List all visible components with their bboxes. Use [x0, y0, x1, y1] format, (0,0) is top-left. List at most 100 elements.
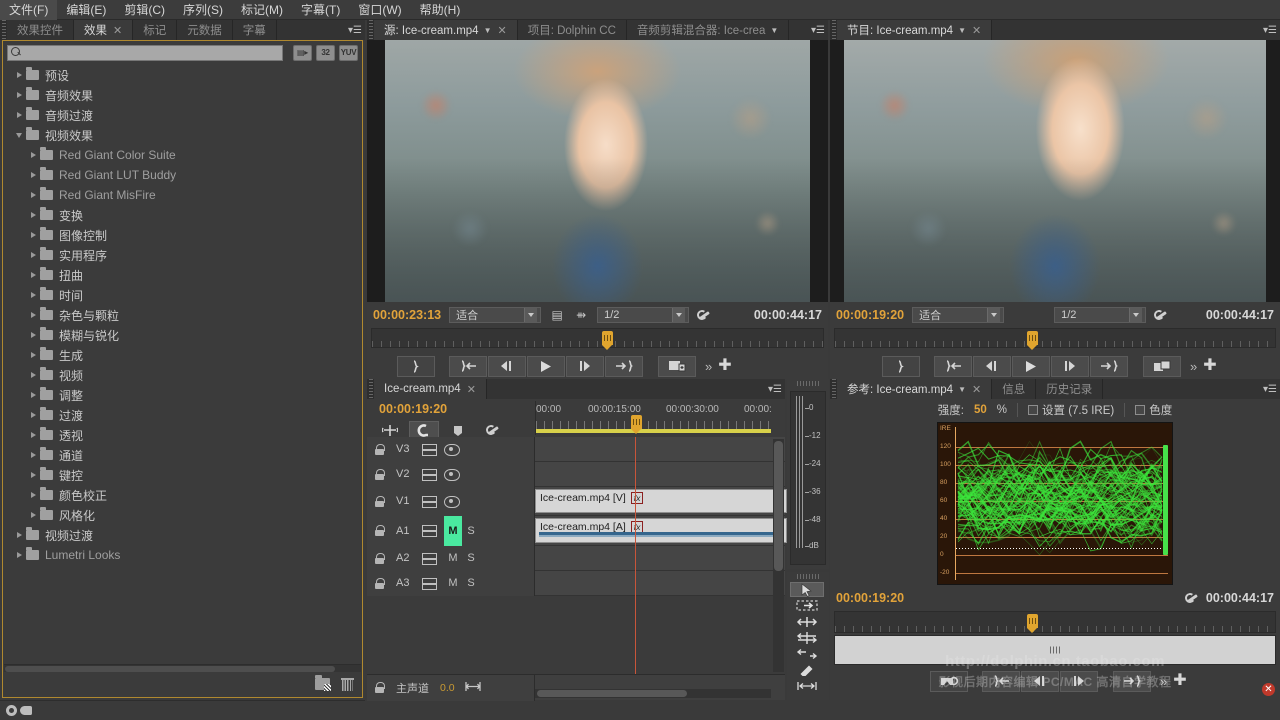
chevron-right-icon[interactable] — [26, 232, 40, 238]
timeline-ruler[interactable]: 00:00 00:00:15:00 00:00:30:00 00:00: — [535, 401, 772, 435]
scrollbar-thumb[interactable] — [774, 441, 783, 571]
program-tab-0[interactable]: 节目: Ice-cream.mp4 ▼ ✕ — [837, 20, 993, 40]
panel-grip[interactable] — [797, 381, 819, 386]
effects-tree-item[interactable]: 通道 — [4, 445, 361, 465]
chevron-right-icon[interactable] — [26, 172, 40, 178]
solo-track-button[interactable]: S — [462, 525, 480, 537]
timeline-playhead[interactable] — [631, 415, 642, 434]
reference-go-to-out-point-button[interactable] — [1113, 670, 1151, 692]
panel-grip[interactable] — [0, 20, 7, 40]
search-input[interactable] — [22, 45, 279, 60]
sync-lock-icon[interactable] — [422, 525, 437, 537]
effects-tree-item[interactable]: 颜色校正 — [4, 485, 361, 505]
effects-tree[interactable]: 预设 音频效果 音频过渡 视频效果 Red Giant Color Suite Red G… — [4, 65, 361, 671]
menu-item-3[interactable]: 序列(S) — [174, 0, 232, 20]
new-custom-bin-icon[interactable] — [315, 675, 331, 691]
chevron-right-icon[interactable] — [26, 272, 40, 278]
effects-tree-item[interactable]: 模糊与锐化 — [4, 325, 361, 345]
panel-grip[interactable] — [367, 379, 374, 399]
toggle-track-output-icon[interactable] — [444, 496, 460, 508]
effects-tree-item[interactable]: 视频效果 — [4, 125, 361, 145]
source-go-to-out-point-button[interactable] — [605, 355, 643, 377]
selection-tool[interactable] — [790, 582, 824, 597]
track-content-V3[interactable] — [535, 437, 785, 461]
timeline-track-V3[interactable]: V3 — [367, 436, 785, 462]
solo-track-button[interactable]: S — [462, 552, 480, 564]
close-icon[interactable]: ✕ — [113, 24, 122, 37]
scrollbar-thumb[interactable] — [537, 690, 687, 697]
source-play-stop-button[interactable] — [527, 355, 565, 377]
timeline-track-A1[interactable]: A1 M S Ice-cream.mp4 [A] fx — [367, 515, 787, 546]
track-select-tool[interactable] — [790, 598, 824, 613]
menu-item-0[interactable]: 文件(F) — [0, 0, 58, 20]
source-go-to-in-point-button[interactable] — [449, 355, 487, 377]
source-video-frame[interactable] — [367, 40, 828, 302]
effects-tree-item[interactable]: 调整 — [4, 385, 361, 405]
rolling-edit-tool[interactable] — [790, 630, 824, 645]
track-content-V1[interactable]: Ice-cream.mp4 [V] fx — [535, 487, 787, 515]
solo-track-button[interactable]: S — [462, 577, 480, 589]
panel-menu-icon[interactable]: ▾☰ — [808, 20, 828, 40]
delete-icon[interactable] — [341, 677, 354, 691]
menu-item-4[interactable]: 标记(M) — [232, 0, 292, 20]
program-video-frame[interactable] — [830, 40, 1280, 302]
chevron-down-icon[interactable]: ▼ — [958, 385, 966, 394]
source-step-back-button[interactable] — [488, 355, 526, 377]
source-mark-in-out-button[interactable] — [397, 355, 435, 377]
effects-tree-item[interactable]: 视频 — [4, 365, 361, 385]
effects-tree-item[interactable]: 变换 — [4, 205, 361, 225]
menu-item-2[interactable]: 剪辑(C) — [115, 0, 174, 20]
effects-tree-item[interactable]: Red Giant LUT Buddy — [4, 165, 361, 185]
waveform-scope[interactable]: IRE 120 100 80 60 40 20 0 -20 — [937, 422, 1173, 585]
effects-tree-item[interactable]: Lumetri Looks — [4, 545, 361, 565]
accelerated-effect-icon[interactable]: ▤▸ — [293, 44, 312, 61]
chevron-right-icon[interactable] — [26, 512, 40, 518]
source-tab-0[interactable]: 源: Ice-cream.mp4 ▼ ✕ — [374, 20, 518, 40]
timeline-track-A3[interactable]: A3 M S — [367, 570, 785, 596]
track-content-A3[interactable] — [535, 571, 785, 595]
reference-step-forward-button[interactable] — [1060, 670, 1098, 692]
track-content-V2[interactable] — [535, 462, 785, 486]
source-fit-select[interactable]: 适合 — [449, 307, 542, 323]
toggle-track-output-icon[interactable] — [444, 469, 460, 481]
wrench-icon[interactable] — [20, 706, 32, 715]
effects-tree-item[interactable]: 视频过渡 — [4, 525, 361, 545]
chevron-right-icon[interactable] — [26, 352, 40, 358]
work-area-bar[interactable] — [536, 429, 771, 433]
chevron-right-icon[interactable] — [26, 472, 40, 478]
chevron-right-icon[interactable] — [26, 312, 40, 318]
timeline-track-V1[interactable]: V1 Ice-cream.mp4 [V] fx — [367, 486, 787, 516]
master-meter-icon[interactable] — [464, 681, 481, 695]
source-tab-1[interactable]: 项目: Dolphin CC — [517, 20, 627, 40]
chevron-right-icon[interactable] — [26, 332, 40, 338]
effects-tree-item[interactable]: 透视 — [4, 425, 361, 445]
effects-tree-item[interactable]: 风格化 — [4, 505, 361, 525]
effects-tab-4[interactable]: 字幕 — [232, 20, 277, 40]
program-play-stop-button[interactable] — [1012, 355, 1050, 377]
sync-lock-icon[interactable] — [422, 443, 437, 456]
track-content-A2[interactable] — [535, 546, 785, 570]
effects-tree-item[interactable]: 实用程序 — [4, 245, 361, 265]
reference-scrubber[interactable] — [834, 611, 1276, 633]
sync-lock-icon[interactable] — [422, 552, 437, 565]
effects-tree-item[interactable]: 扭曲 — [4, 265, 361, 285]
program-current-time[interactable]: 00:00:19:20 — [836, 308, 904, 322]
close-icon[interactable]: ✕ — [1262, 683, 1275, 696]
chevron-down-icon[interactable]: ▼ — [484, 26, 492, 35]
effects-tree-item[interactable]: 预设 — [4, 65, 361, 85]
lock-icon[interactable] — [375, 577, 385, 589]
effects-tab-2[interactable]: 标记 — [133, 20, 178, 40]
program-scrubber[interactable] — [834, 328, 1276, 350]
program-go-to-in-point-button[interactable] — [934, 355, 972, 377]
program-step-back-button[interactable] — [973, 355, 1011, 377]
source-step-forward-button[interactable] — [566, 355, 604, 377]
chevron-right-icon[interactable] — [26, 412, 40, 418]
program-fit-select[interactable]: 适合 — [912, 307, 1005, 323]
program-step-forward-button[interactable] — [1051, 355, 1089, 377]
close-icon[interactable]: ✕ — [972, 24, 981, 37]
panel-grip[interactable] — [830, 379, 837, 399]
lock-icon[interactable] — [375, 682, 385, 693]
lock-icon[interactable] — [375, 552, 385, 564]
source-insert-button[interactable] — [658, 355, 696, 377]
reference-go-to-in-point-button[interactable] — [982, 670, 1020, 692]
